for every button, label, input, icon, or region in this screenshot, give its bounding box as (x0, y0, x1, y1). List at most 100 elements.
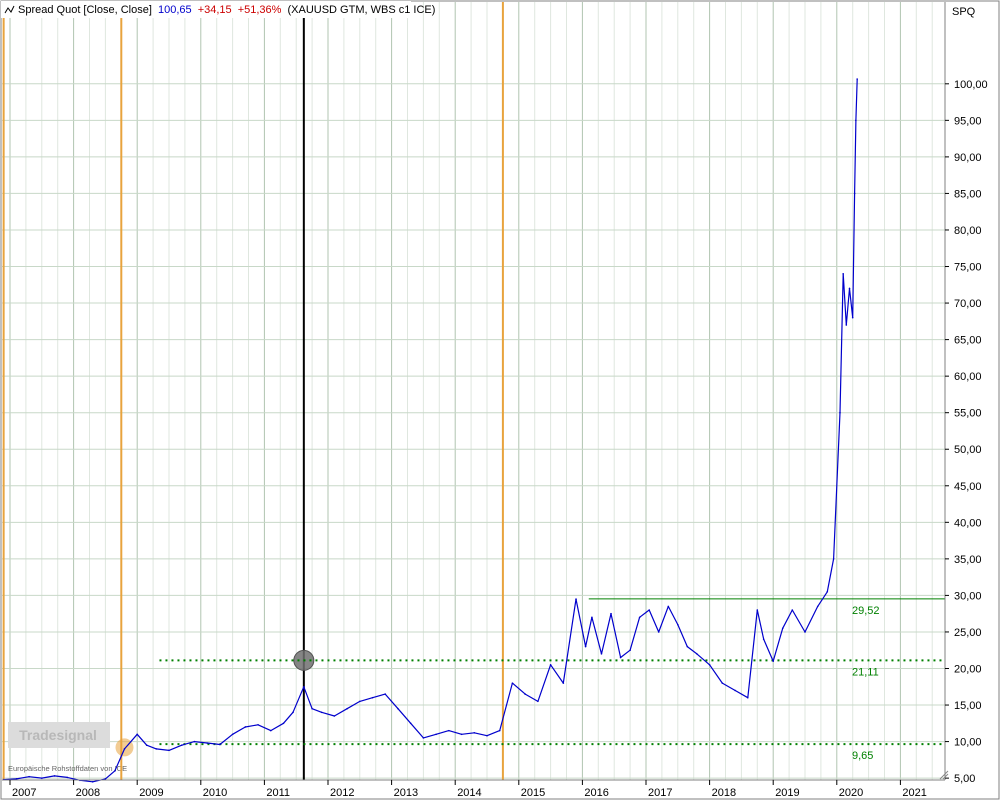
series-point (460, 733, 463, 736)
series-point (804, 631, 806, 633)
series-point (346, 707, 348, 710)
x-tick-label: 2014 (457, 787, 481, 799)
series-point (610, 612, 612, 615)
level-label: 9,65 (852, 750, 873, 762)
series-point (686, 645, 689, 648)
series-point (15, 778, 18, 780)
y-tick-label: 25,00 (954, 627, 982, 639)
series-point (762, 638, 765, 641)
y-tick-label: 80,00 (954, 225, 982, 237)
series-point (397, 707, 399, 710)
watermark-logo-text: Tradesignal (19, 727, 97, 743)
series-point (832, 558, 835, 560)
series-point (591, 616, 593, 619)
instruments: (XAUUSD GTM, WBS c1 ICE) (288, 4, 436, 16)
series-point (473, 732, 476, 734)
vertical-grid (9, 2, 933, 780)
series-point (575, 598, 577, 600)
axis-symbol: SPQ (952, 6, 976, 18)
series-point (537, 700, 539, 703)
x-tick-label: 2018 (712, 787, 736, 799)
y-tick-label: 95,00 (954, 115, 982, 127)
series-point (511, 682, 514, 684)
y-tick-label: 20,00 (954, 663, 982, 675)
series-point (638, 616, 641, 619)
series-point (292, 711, 294, 714)
series-point (244, 726, 247, 728)
series-point (772, 660, 774, 662)
y-tick-label: 5,00 (954, 773, 975, 785)
series-point (371, 696, 374, 699)
series-point (180, 744, 183, 747)
series-point (721, 682, 724, 684)
x-tick-label: 2011 (266, 787, 290, 799)
series-point (448, 729, 450, 732)
series-point (320, 711, 323, 714)
series-point (791, 609, 794, 611)
series-point (498, 729, 501, 732)
horizontal-grid (2, 83, 945, 779)
x-tick-label: 2008 (76, 787, 100, 799)
x-tick-label: 2007 (12, 787, 36, 799)
series-point (677, 623, 679, 626)
series-point (657, 631, 660, 633)
series-point (619, 656, 622, 659)
series-point (333, 715, 336, 717)
x-tick-label: 2015 (521, 787, 545, 799)
y-tick-label: 100,00 (954, 79, 988, 91)
series-point (193, 740, 196, 743)
change-absolute: +34,15 (198, 4, 232, 16)
series-point (435, 733, 437, 736)
x-tick-label: 2013 (394, 787, 418, 799)
series-point (53, 775, 56, 777)
series-point (648, 609, 650, 611)
series-line (3, 78, 858, 783)
y-tick-label: 15,00 (954, 700, 982, 712)
series-point (848, 287, 851, 290)
y-axis: 5,00 10,00 15,00 20,00 25,00 30,00 35,00 40,00 4… (945, 79, 988, 785)
series-point (853, 192, 856, 195)
series-point (145, 744, 148, 747)
series-point (845, 324, 848, 326)
y-tick-label: 45,00 (954, 481, 982, 493)
y-tick-label: 40,00 (954, 517, 982, 529)
series-point (855, 119, 857, 122)
series-point (231, 733, 234, 736)
series-layer (2, 78, 858, 783)
y-tick-label: 30,00 (954, 590, 982, 602)
series-point (422, 737, 425, 739)
series-point (206, 742, 208, 744)
x-tick-label: 2020 (839, 787, 863, 799)
horizontal-levels: 29,52 21,11 9,65 (159, 598, 945, 762)
x-tick-label: 2019 (775, 787, 799, 799)
series-point (384, 693, 387, 695)
series-point (136, 733, 138, 736)
chart-container: Tradesignal Europäische Rohstoffdaten vo… (0, 0, 1000, 800)
x-tick-label: 2016 (584, 787, 608, 799)
series-point (91, 780, 94, 783)
series-point (257, 723, 259, 726)
series-point (734, 689, 736, 692)
series-point (584, 645, 587, 648)
y-tick-label: 75,00 (954, 262, 982, 274)
x-tick-label: 2021 (902, 787, 926, 799)
y-tick-label: 60,00 (954, 371, 982, 383)
y-tick-label: 50,00 (954, 444, 982, 456)
series-point (562, 682, 565, 684)
indicator-label: Spread Quot [Close, Close] (18, 4, 152, 16)
y-tick-label: 10,00 (954, 737, 982, 749)
series-point (269, 729, 272, 732)
y-tick-label: 70,00 (954, 298, 982, 310)
x-tick-label: 2012 (330, 787, 354, 799)
x-axis: 2007 2008 2009 2010 2011 2012 2013 2014 2015 2016… (9, 780, 927, 799)
series-point (41, 777, 43, 779)
x-tick-label: 2010 (203, 787, 227, 799)
series-point (168, 749, 170, 752)
series-point (781, 627, 784, 630)
series-point (842, 273, 844, 275)
y-tick-label: 65,00 (954, 335, 982, 347)
x-tick-label: 2009 (139, 787, 163, 799)
series-point (303, 685, 305, 688)
y-tick-label: 90,00 (954, 152, 982, 164)
series-point (839, 411, 841, 414)
